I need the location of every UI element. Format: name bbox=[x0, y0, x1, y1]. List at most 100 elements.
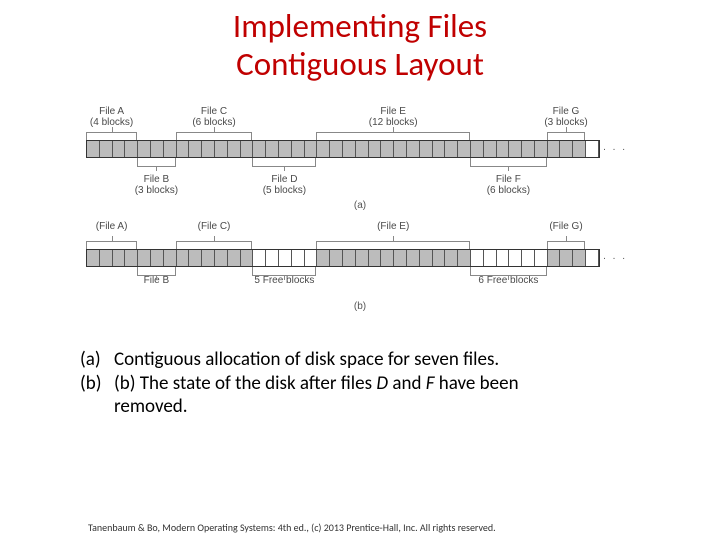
disk-block bbox=[241, 250, 254, 266]
disk-block bbox=[228, 250, 241, 266]
title-line2: Contiguous Layout bbox=[236, 44, 484, 84]
caption-b-line2: removed. bbox=[80, 395, 650, 419]
disk-block bbox=[292, 141, 305, 157]
diagram-a-cap: (a) bbox=[80, 200, 640, 211]
disk-block bbox=[509, 250, 522, 266]
diagram-b-diskbar: . . . bbox=[86, 249, 600, 267]
disk-block bbox=[125, 141, 138, 157]
disk-block bbox=[189, 250, 202, 266]
disk-block bbox=[317, 250, 330, 266]
file-label: (File G) bbox=[549, 221, 582, 233]
diagram-b-bottom-labels: File B5 Free blocks6 Free blocks bbox=[80, 267, 640, 297]
file-label: File B(3 blocks) bbox=[135, 174, 178, 197]
caption-b-tag: (b) bbox=[80, 372, 114, 396]
disk-block bbox=[125, 250, 138, 266]
disk-block bbox=[484, 141, 497, 157]
diagram-a-top-labels: File A(4 blocks)File C(6 blocks)File E(1… bbox=[80, 106, 640, 140]
brace-stem bbox=[156, 275, 157, 280]
disk-block bbox=[394, 250, 407, 266]
file-label: File A(4 blocks) bbox=[90, 106, 133, 129]
disk-block bbox=[586, 250, 599, 266]
brace-stem bbox=[566, 236, 567, 241]
caption-a: (a) Contiguous allocation of disk space … bbox=[80, 348, 650, 372]
brace-stem bbox=[112, 127, 113, 132]
disk-block bbox=[189, 141, 202, 157]
disk-block bbox=[266, 250, 279, 266]
disk-block bbox=[151, 141, 164, 157]
disk-block bbox=[522, 250, 535, 266]
disk-block bbox=[266, 141, 279, 157]
diagram-a-diskbar: . . . bbox=[86, 140, 600, 158]
disk-block bbox=[253, 141, 266, 157]
disk-block bbox=[215, 250, 228, 266]
brace-stem bbox=[284, 166, 285, 171]
disk-block bbox=[292, 250, 305, 266]
disk-block bbox=[471, 250, 484, 266]
ellipsis-icon: . . . bbox=[603, 142, 627, 153]
disk-block bbox=[151, 250, 164, 266]
disk-block bbox=[433, 250, 446, 266]
file-label: File G(3 blocks) bbox=[544, 106, 587, 129]
brace-stem bbox=[214, 127, 215, 132]
disk-block bbox=[420, 250, 433, 266]
title-line1: Implementing Files bbox=[233, 6, 487, 46]
disk-block bbox=[369, 141, 382, 157]
brace-stem bbox=[214, 236, 215, 241]
disk-block bbox=[573, 250, 586, 266]
disk-block bbox=[573, 141, 586, 157]
disk-block bbox=[356, 250, 369, 266]
disk-block bbox=[458, 141, 471, 157]
disk-block bbox=[343, 141, 356, 157]
caption-b-cont: removed. bbox=[114, 395, 188, 419]
disk-block bbox=[407, 250, 420, 266]
brace-stem bbox=[156, 166, 157, 171]
disk-block bbox=[535, 250, 548, 266]
disk-block bbox=[228, 141, 241, 157]
caption-b-text: (b) The state of the disk after files D … bbox=[114, 372, 519, 396]
disk-block bbox=[330, 250, 343, 266]
disk-block bbox=[305, 250, 318, 266]
disk-block bbox=[560, 250, 573, 266]
disk-block bbox=[305, 141, 318, 157]
disk-block bbox=[458, 250, 471, 266]
file-label: (File C) bbox=[198, 221, 231, 233]
brace-stem bbox=[393, 127, 394, 132]
disk-block bbox=[138, 141, 151, 157]
brace-stem bbox=[393, 236, 394, 241]
disk-block bbox=[202, 250, 215, 266]
brace-stem bbox=[508, 275, 509, 280]
disk-block bbox=[381, 250, 394, 266]
disk-block bbox=[509, 141, 522, 157]
disk-block bbox=[548, 141, 561, 157]
file-label: (File E) bbox=[377, 221, 409, 233]
disk-block bbox=[560, 141, 573, 157]
disk-block bbox=[138, 250, 151, 266]
slide-title: Implementing Files Contiguous Layout bbox=[0, 8, 720, 84]
disk-block bbox=[369, 250, 382, 266]
disk-block bbox=[87, 141, 100, 157]
disk-block bbox=[433, 141, 446, 157]
brace-stem bbox=[284, 275, 285, 280]
disk-block bbox=[100, 250, 113, 266]
brace-stem bbox=[566, 127, 567, 132]
copyright-footer: Tanenbaum & Bo, Modern Operating Systems… bbox=[88, 521, 690, 534]
diagram-b-cap: (b) bbox=[80, 301, 640, 312]
diagram-a-bottom-labels: File B(3 blocks)File D(5 blocks)File F(6… bbox=[80, 158, 640, 196]
disk-block bbox=[535, 141, 548, 157]
disk-block bbox=[356, 141, 369, 157]
disk-block bbox=[164, 250, 177, 266]
disk-block bbox=[100, 141, 113, 157]
disk-block bbox=[113, 141, 126, 157]
file-label: File E(12 blocks) bbox=[369, 106, 418, 129]
disk-block bbox=[484, 250, 497, 266]
disk-block bbox=[471, 141, 484, 157]
caption-a-text: Contiguous allocation of disk space for … bbox=[114, 348, 499, 372]
disk-block bbox=[381, 141, 394, 157]
disk-block bbox=[253, 250, 266, 266]
disk-block bbox=[113, 250, 126, 266]
caption-list: (a) Contiguous allocation of disk space … bbox=[80, 348, 650, 419]
disk-block bbox=[330, 141, 343, 157]
disk-block bbox=[548, 250, 561, 266]
disk-block bbox=[522, 141, 535, 157]
disk-block bbox=[445, 141, 458, 157]
